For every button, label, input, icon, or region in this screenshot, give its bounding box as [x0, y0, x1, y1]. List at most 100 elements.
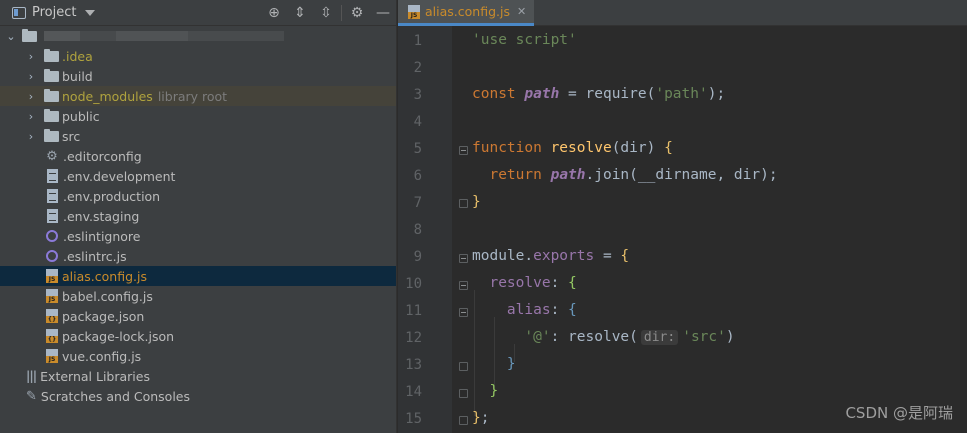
- code-line-11[interactable]: alias: {: [472, 302, 577, 318]
- library-root-hint: library root: [157, 88, 228, 104]
- tab-alias-config[interactable]: alias.config.js ✕: [398, 0, 535, 26]
- tree-item-label: build: [62, 68, 93, 84]
- fold-marker-icon[interactable]: [459, 308, 468, 317]
- code-line-12[interactable]: '@': resolve(dir:'src'): [472, 329, 735, 345]
- chevron-right-icon[interactable]: ›: [26, 106, 36, 126]
- tree-item-label: .eslintignore: [63, 228, 141, 244]
- code-line-10[interactable]: resolve: {: [472, 275, 576, 291]
- expand-all-icon[interactable]: ⇕: [287, 0, 313, 26]
- string-literal: '@': [524, 329, 551, 345]
- tree-item-label: node_modules: [62, 88, 153, 104]
- code-line-9[interactable]: module.exports = {: [472, 248, 629, 264]
- json-file-icon: [46, 329, 58, 343]
- fold-marker-icon[interactable]: [459, 254, 468, 263]
- property: resolve: [489, 275, 551, 291]
- tree-item-vue-config[interactable]: vue.config.js: [0, 346, 396, 366]
- folder-icon: [44, 48, 59, 62]
- tree-item-eslintrc[interactable]: .eslintrc.js: [0, 246, 396, 266]
- line-number: 11: [405, 303, 422, 319]
- code-line-15[interactable]: };: [472, 410, 489, 426]
- code-line-14[interactable]: }: [472, 383, 498, 399]
- line-number: 1: [413, 33, 422, 49]
- code-line-7[interactable]: }: [472, 194, 481, 210]
- brace: {: [664, 140, 673, 156]
- code-text: :: [550, 302, 569, 318]
- tree-root[interactable]: ⌄: [0, 26, 396, 46]
- tree-item-public[interactable]: › public: [0, 106, 396, 126]
- tree-item-alias-config[interactable]: alias.config.js: [0, 266, 396, 286]
- project-view-icon: [12, 6, 26, 19]
- tree-item-idea[interactable]: › .idea: [0, 46, 396, 66]
- code-text: .join(__dirname, dir);: [585, 167, 778, 183]
- tree-item-eslintignore[interactable]: .eslintignore: [0, 226, 396, 246]
- chevron-right-icon[interactable]: ›: [26, 86, 36, 106]
- code-line-1[interactable]: 'use script': [472, 32, 577, 48]
- code-line-3[interactable]: const path = require('path');: [472, 86, 725, 102]
- code-line-6[interactable]: return path.join(__dirname, dir);: [472, 167, 778, 183]
- brace: }: [489, 383, 499, 399]
- tree-item-src[interactable]: › src: [0, 126, 396, 146]
- js-file-icon: [46, 349, 58, 363]
- line-number: 2: [413, 60, 422, 76]
- code-line-5[interactable]: function resolve(dir) {: [472, 140, 673, 156]
- string-literal: 'src': [682, 329, 726, 345]
- tree-item-babel-config[interactable]: babel.config.js: [0, 286, 396, 306]
- chevron-right-icon[interactable]: ›: [26, 46, 36, 66]
- variable: path: [524, 86, 560, 102]
- brace: {: [620, 248, 630, 264]
- gear-icon[interactable]: ⚙: [344, 0, 370, 26]
- editor-tab-bar: alias.config.js ✕: [398, 0, 967, 26]
- tree-item-env-production[interactable]: .env.production: [0, 186, 396, 206]
- project-title[interactable]: Project: [32, 5, 76, 20]
- close-icon[interactable]: ✕: [517, 5, 526, 18]
- fold-marker-icon[interactable]: [459, 362, 468, 371]
- folder-icon: [44, 128, 59, 142]
- minimize-icon[interactable]: —: [370, 0, 396, 26]
- brace: }: [472, 410, 481, 426]
- eslint-icon: [46, 230, 58, 242]
- folder-icon: [44, 88, 59, 102]
- tree-item-build[interactable]: › build: [0, 66, 396, 86]
- tree-item-editorconfig[interactable]: ⚙ .editorconfig: [0, 146, 396, 166]
- code-text: ): [725, 329, 735, 345]
- folder-icon: [44, 108, 59, 122]
- text-file-icon: [47, 169, 58, 183]
- fold-marker-icon[interactable]: [459, 416, 468, 425]
- tree-item-scratches[interactable]: ✎ Scratches and Consoles: [0, 386, 396, 406]
- code-editor[interactable]: alias.config.js ✕ 1 2 3 4 5 6 7 8 9 10 1…: [398, 0, 967, 433]
- tree-item-package-lock[interactable]: package-lock.json: [0, 326, 396, 346]
- fold-marker-icon[interactable]: [459, 199, 468, 208]
- locate-icon[interactable]: ⊕: [261, 0, 287, 26]
- fold-marker-icon[interactable]: [459, 146, 468, 155]
- tab-label: alias.config.js: [425, 4, 510, 19]
- line-number: 12: [405, 330, 422, 346]
- tree-item-label: .env.production: [63, 188, 161, 204]
- tree-item-label: package-lock.json: [62, 328, 175, 344]
- tree-item-env-staging[interactable]: .env.staging: [0, 206, 396, 226]
- brace: {: [568, 302, 577, 318]
- project-toolbar: ⊕ ⇕ ⇳ ⚙ —: [261, 0, 396, 25]
- fold-marker-icon[interactable]: [459, 281, 468, 290]
- collapse-all-icon[interactable]: ⇳: [313, 0, 339, 26]
- line-number: 4: [413, 114, 422, 130]
- keyword: const: [472, 86, 516, 102]
- eslint-icon: [46, 250, 58, 262]
- chevron-right-icon[interactable]: ›: [26, 126, 36, 146]
- js-file-icon: [46, 289, 58, 303]
- tree-item-label: External Libraries: [40, 368, 150, 384]
- tree-item-external-libraries[interactable]: ||| External Libraries: [0, 366, 396, 386]
- tree-item-package-json[interactable]: package.json: [0, 306, 396, 326]
- chevron-down-icon[interactable]: ⌄: [6, 26, 16, 46]
- tree-item-node-modules[interactable]: › node_modules library root: [0, 86, 396, 106]
- line-number-gutter: 1 2 3 4 5 6 7 8 9 10 11 12 13 14 15: [398, 26, 452, 433]
- watermark: CSDN @是阿瑞: [845, 404, 953, 422]
- folder-icon: [22, 28, 37, 42]
- line-number: 14: [405, 384, 422, 400]
- tree-item-label: .env.staging: [63, 208, 140, 224]
- fold-marker-icon[interactable]: [459, 389, 468, 398]
- chevron-down-icon[interactable]: [85, 9, 96, 16]
- project-panel: Project ⊕ ⇕ ⇳ ⚙ — ⌄ › .idea › build › no…: [0, 0, 397, 433]
- code-line-13[interactable]: }: [472, 356, 516, 372]
- chevron-right-icon[interactable]: ›: [26, 66, 36, 86]
- tree-item-env-development[interactable]: .env.development: [0, 166, 396, 186]
